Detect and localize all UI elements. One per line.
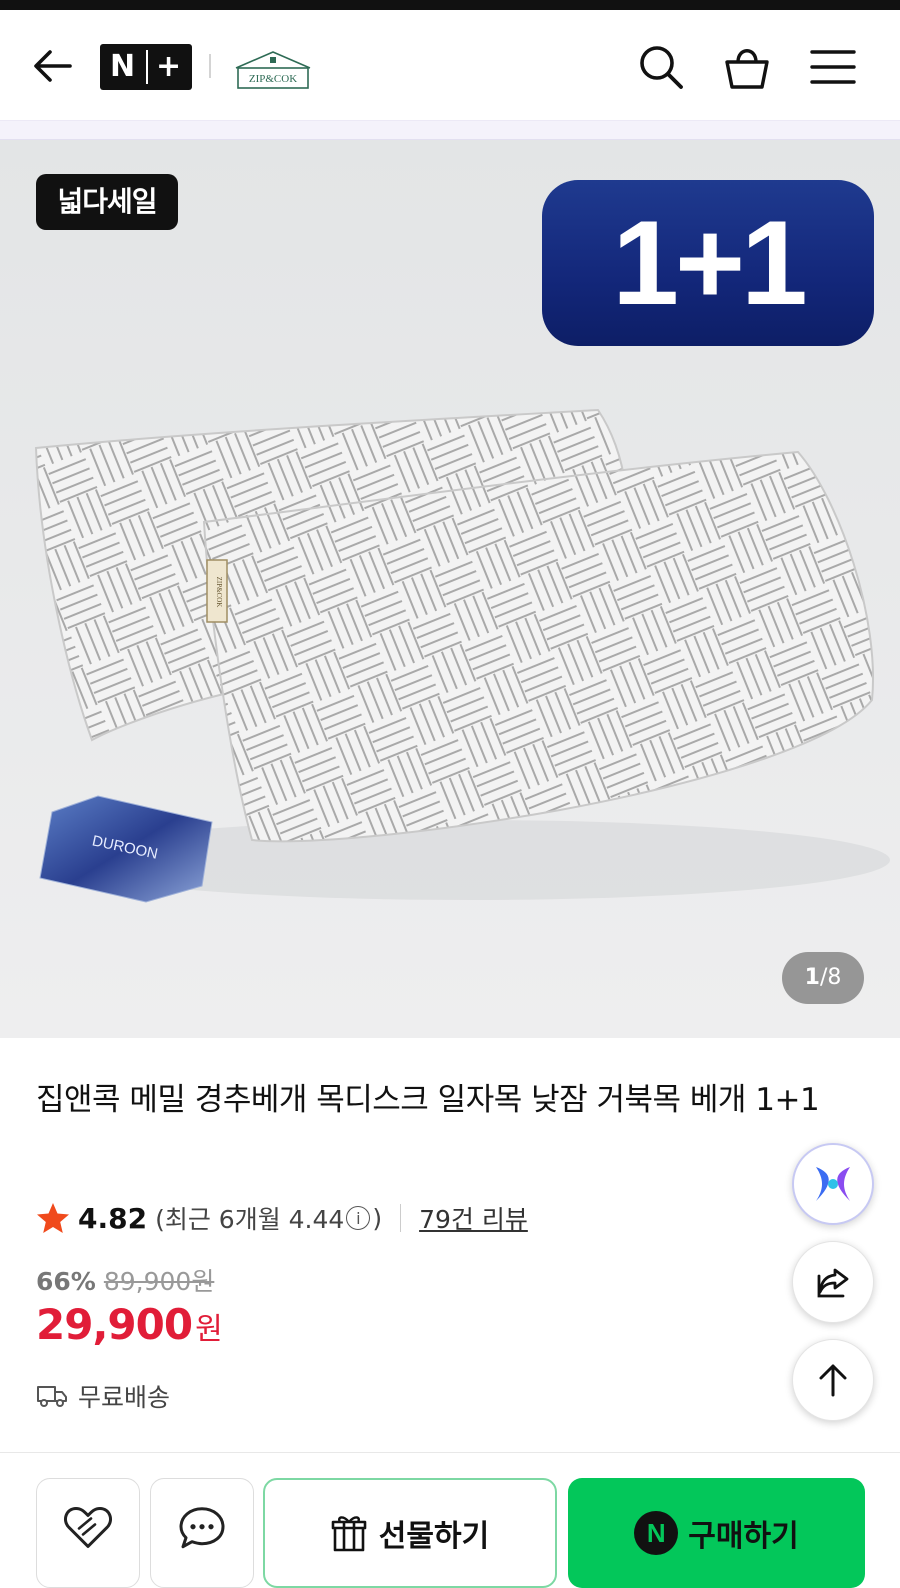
one-plus-one-badge: 1+1 xyxy=(542,180,874,346)
recent-rating: (최근 6개월 4.44 xyxy=(155,1205,345,1234)
buy-button[interactable]: N 구매하기 xyxy=(568,1478,865,1588)
naver-pay-icon: N xyxy=(634,1511,679,1555)
buy-label: 구매하기 xyxy=(688,1519,799,1554)
svg-text:ZIP&COK: ZIP&COK xyxy=(215,577,223,608)
rating-value: 4.82 xyxy=(78,1201,148,1235)
back-arrow-icon[interactable] xyxy=(32,48,74,84)
info-icon[interactable]: i xyxy=(346,1206,371,1230)
product-image-gallery[interactable]: ZIP&COK DUROON 넓다세일 1+1 1/8 xyxy=(0,140,900,1038)
price-value: 29,900 xyxy=(36,1300,193,1349)
chat-bubble-icon xyxy=(179,1507,225,1549)
gift-button[interactable]: 선물하기 xyxy=(263,1478,557,1588)
star-icon xyxy=(37,1203,69,1233)
header-divider xyxy=(209,54,211,78)
sale-price: 29,900 원 xyxy=(36,1300,223,1349)
gift-label: 선물하기 xyxy=(378,1519,490,1554)
svg-text:ZIP&COK: ZIP&COK xyxy=(249,73,297,85)
original-price: 89,900원 xyxy=(103,1267,215,1296)
heart-icon xyxy=(64,1506,112,1548)
ai-assistant-button[interactable] xyxy=(792,1143,874,1225)
shopping-bag-icon[interactable] xyxy=(722,42,772,92)
share-button[interactable] xyxy=(792,1241,874,1323)
recent-rating-close: ) xyxy=(372,1203,383,1233)
image-counter: 1/8 xyxy=(782,952,864,1004)
top-navigation: N + ZIP&COK xyxy=(0,10,900,120)
price-currency: 원 xyxy=(195,1312,223,1347)
truck-icon xyxy=(37,1386,67,1407)
rating-summary: 4.82 (최근 6개월 4.44 i ) 79건 리뷰 xyxy=(36,1198,528,1238)
store-logo[interactable]: ZIP&COK xyxy=(230,48,316,92)
shipping-label: 무료배송 xyxy=(78,1383,171,1412)
scroll-top-button[interactable] xyxy=(792,1339,874,1421)
sale-event-badge: 넓다세일 xyxy=(36,174,178,230)
arrow-up-icon xyxy=(819,1364,847,1397)
discount-row: 66% 89,900원 xyxy=(36,1262,214,1298)
ai-sparkle-icon xyxy=(816,1167,850,1201)
rating-divider xyxy=(400,1204,402,1232)
menu-icon[interactable] xyxy=(808,42,858,92)
gift-icon xyxy=(331,1516,367,1552)
discount-rate: 66% xyxy=(36,1267,96,1296)
bottom-bar-divider xyxy=(0,1452,900,1453)
naver-plus-logo[interactable]: N + xyxy=(100,44,192,90)
product-title: 집앤콕 메밀 경추베개 목디스크 일자목 낮잠 거북목 베개 1+1 xyxy=(36,1082,820,1118)
review-count-link[interactable]: 79건 리뷰 xyxy=(419,1200,528,1236)
share-icon xyxy=(817,1268,849,1298)
shipping-info: 무료배송 xyxy=(36,1378,170,1414)
wishlist-button[interactable] xyxy=(36,1478,140,1588)
search-icon[interactable] xyxy=(636,42,686,92)
talk-talk-button[interactable] xyxy=(150,1478,254,1588)
header-accent-strip xyxy=(0,120,900,140)
status-bar xyxy=(0,0,900,10)
